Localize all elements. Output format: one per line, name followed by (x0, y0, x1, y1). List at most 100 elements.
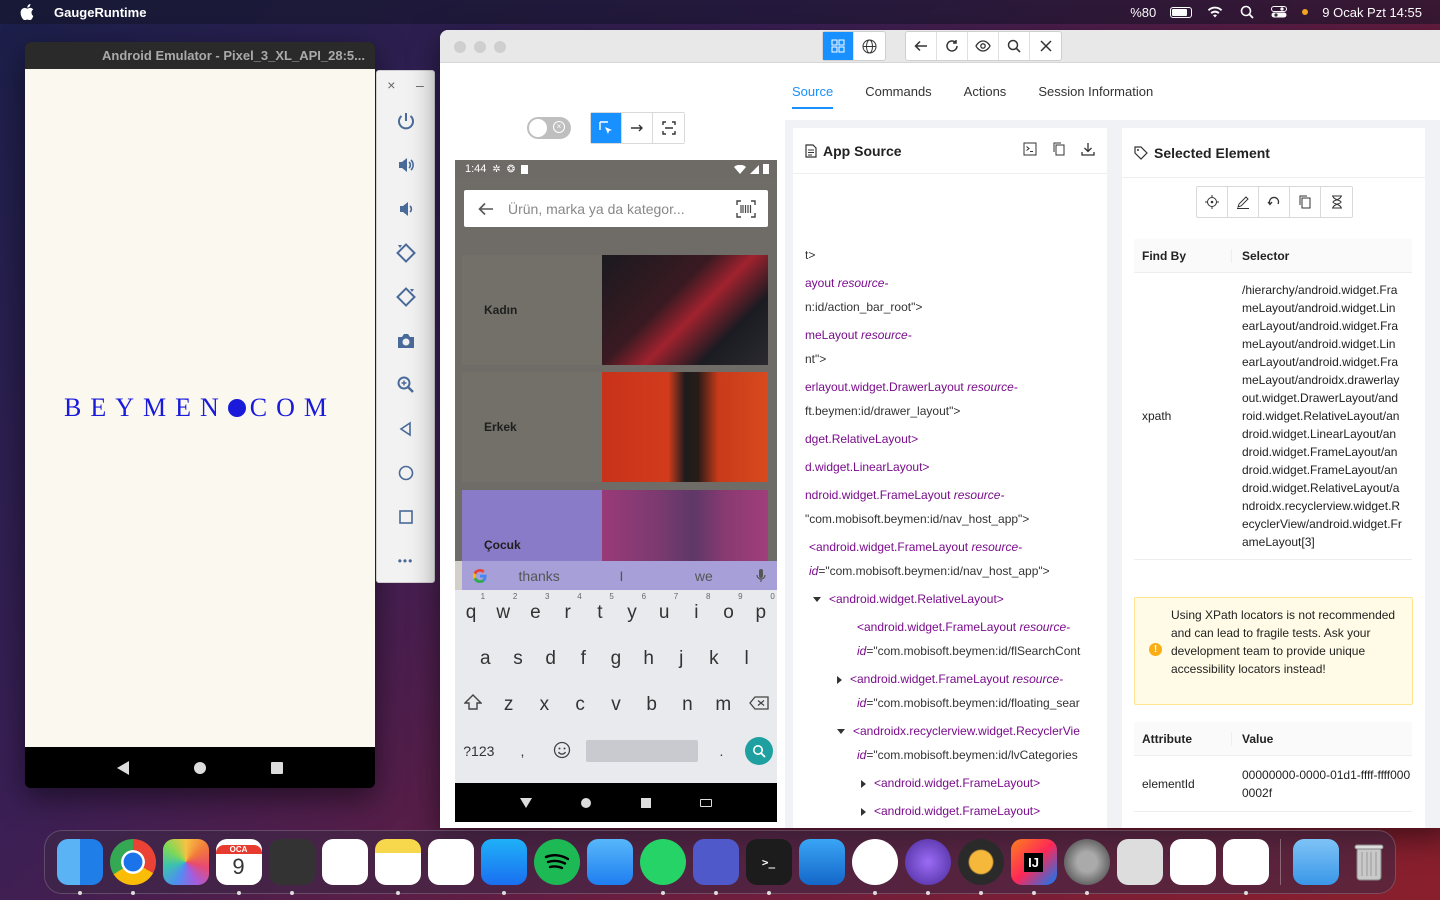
backspace-key[interactable] (743, 694, 775, 716)
source-tree-node[interactable]: id="com.mobisoft.beymen:id/flSearchCont (857, 642, 1080, 660)
source-tree-node[interactable]: id="com.mobisoft.beymen:id/nav_host_app"… (809, 562, 1050, 580)
emoji-key[interactable] (546, 741, 578, 762)
zoom-window-button[interactable] (494, 41, 506, 53)
get-timing-button[interactable] (1321, 187, 1352, 217)
source-tree-node[interactable]: ft.beymen:id/drawer_layout"> (805, 402, 960, 420)
source-tree-node[interactable]: <android.widget.FrameLayout> (861, 802, 1040, 820)
clear-element-button[interactable] (1259, 187, 1290, 217)
spotlight-search-icon[interactable] (1238, 5, 1256, 19)
inspector-titlebar[interactable] (440, 30, 1440, 63)
tap-element-button[interactable] (1197, 187, 1228, 217)
space-key[interactable] (585, 740, 698, 762)
dock-finder-icon[interactable] (56, 839, 103, 895)
key-o[interactable]: o9 (713, 592, 745, 624)
dock-orb-icon[interactable] (904, 839, 951, 895)
dock-spotify-icon[interactable] (533, 839, 580, 885)
key-l[interactable]: l (731, 648, 763, 670)
key-r[interactable]: r4 (552, 592, 584, 624)
emulator-screen[interactable]: BEYMEN COM (25, 69, 375, 747)
key-t[interactable]: t5 (584, 592, 616, 624)
dock-trash-icon[interactable] (1346, 839, 1392, 885)
source-tree-node[interactable]: <android.widget.RelativeLayout> (813, 590, 1004, 608)
barcode-scan-icon[interactable] (724, 199, 768, 218)
keyboard-search-key[interactable] (745, 737, 774, 765)
copy-xml-icon[interactable] (1053, 142, 1065, 159)
suggestion-2[interactable]: I (580, 568, 662, 584)
control-center-icon[interactable] (1270, 5, 1288, 19)
web-mode-button[interactable] (854, 32, 885, 60)
source-tree-node[interactable]: <androidx.recyclerview.widget.RecyclerVi… (837, 722, 1080, 740)
phone-back-icon[interactable] (519, 797, 532, 808)
key-h[interactable]: h (633, 648, 665, 670)
key-b[interactable]: b (636, 694, 668, 716)
source-tree-node[interactable]: "com.mobisoft.beymen:id/nav_host_app"> (805, 510, 1029, 528)
dock-xcode-icon[interactable] (798, 839, 845, 885)
dock-terminal-icon[interactable]: >_ (745, 839, 792, 895)
source-tree-node[interactable]: ndroid.widget.FrameLayout resource- (805, 486, 1004, 504)
volume-down-button[interactable] (377, 187, 434, 231)
key-j[interactable]: j (665, 648, 697, 670)
emulator-minimize-button[interactable]: – (416, 77, 424, 93)
apple-icon[interactable] (20, 4, 36, 20)
soft-keyboard[interactable]: q1w2e3r4t5y6u7i8o9p0 asdfghjkl zxcvbnm ?… (455, 590, 777, 783)
rotate-right-button[interactable] (377, 275, 434, 319)
google-icon[interactable] (462, 568, 498, 584)
shift-key[interactable] (457, 694, 489, 716)
key-n[interactable]: n (671, 694, 703, 716)
battery-icon[interactable] (1170, 6, 1193, 18)
zoom-button[interactable] (377, 363, 434, 407)
refresh-button[interactable] (937, 32, 968, 60)
dock-teams-icon[interactable] (692, 839, 739, 895)
emu-overview-button[interactable] (377, 495, 434, 539)
native-mode-button[interactable] (823, 32, 854, 60)
quit-session-button[interactable] (1030, 32, 1061, 60)
source-tree-node[interactable]: id="com.mobisoft.beymen:id/floating_sear (857, 694, 1080, 712)
source-tree-node[interactable]: <android.widget.FrameLayout resource- (837, 670, 1063, 688)
key-e[interactable]: e3 (519, 592, 551, 624)
emulator-close-button[interactable]: × (387, 77, 395, 93)
key-d[interactable]: d (535, 648, 567, 670)
emulator-titlebar[interactable]: Android Emulator - Pixel_3_XL_API_28:5..… (25, 42, 375, 69)
dock-reminders-icon[interactable] (321, 839, 368, 885)
dock-photos-icon[interactable] (162, 839, 209, 885)
key-y[interactable]: y6 (616, 592, 648, 624)
key-k[interactable]: k (698, 648, 730, 670)
category-erkek[interactable]: Erkek (462, 372, 768, 482)
dock-downloads-folder-icon[interactable] (1292, 839, 1339, 885)
dock-notes-icon[interactable] (374, 839, 421, 895)
key-g[interactable]: g (600, 648, 632, 670)
symbols-key[interactable]: ?123 (459, 743, 499, 759)
keyboard-switch-icon[interactable] (700, 798, 713, 807)
key-a[interactable]: a (469, 648, 501, 670)
rotate-left-button[interactable] (377, 231, 434, 275)
tap-coordinates-mode-button[interactable] (653, 113, 684, 143)
search-elements-button[interactable] (999, 32, 1030, 60)
dock-app-store-icon[interactable] (480, 839, 527, 895)
key-f[interactable]: f (567, 648, 599, 670)
category-kadin[interactable]: Kadın (462, 255, 768, 365)
back-icon[interactable] (117, 760, 130, 775)
source-tree-node[interactable]: <android.widget.FrameLayout resource- (857, 618, 1070, 636)
dock-mail-icon[interactable] (586, 839, 633, 885)
dock-launchpad-icon[interactable] (1116, 839, 1163, 885)
key-x[interactable]: x (528, 694, 560, 716)
home-icon[interactable] (193, 761, 206, 774)
active-app-name[interactable]: GaugeRuntime (54, 5, 146, 20)
period-key[interactable]: . (705, 743, 737, 759)
emu-more-button[interactable]: ••• (377, 539, 434, 583)
caret-down-icon[interactable] (813, 597, 821, 603)
download-source-icon[interactable] (1081, 142, 1095, 159)
key-q[interactable]: q1 (455, 592, 487, 624)
source-tree-node[interactable]: nt"> (805, 350, 826, 368)
start-recording-button[interactable] (968, 32, 999, 60)
dock-java-icon[interactable] (1222, 839, 1269, 895)
key-z[interactable]: z (493, 694, 525, 716)
phone-recents-icon[interactable] (640, 797, 651, 808)
search-back-icon[interactable] (464, 202, 508, 216)
tab-commands[interactable]: Commands (865, 84, 931, 109)
send-keys-button[interactable] (1228, 187, 1259, 217)
tab-source[interactable]: Source (792, 84, 834, 109)
phone-home-icon[interactable] (581, 797, 592, 808)
dock-intellij-icon[interactable]: IJ (1010, 839, 1057, 895)
dock-calendar-icon[interactable]: OCA 9 (215, 839, 262, 895)
